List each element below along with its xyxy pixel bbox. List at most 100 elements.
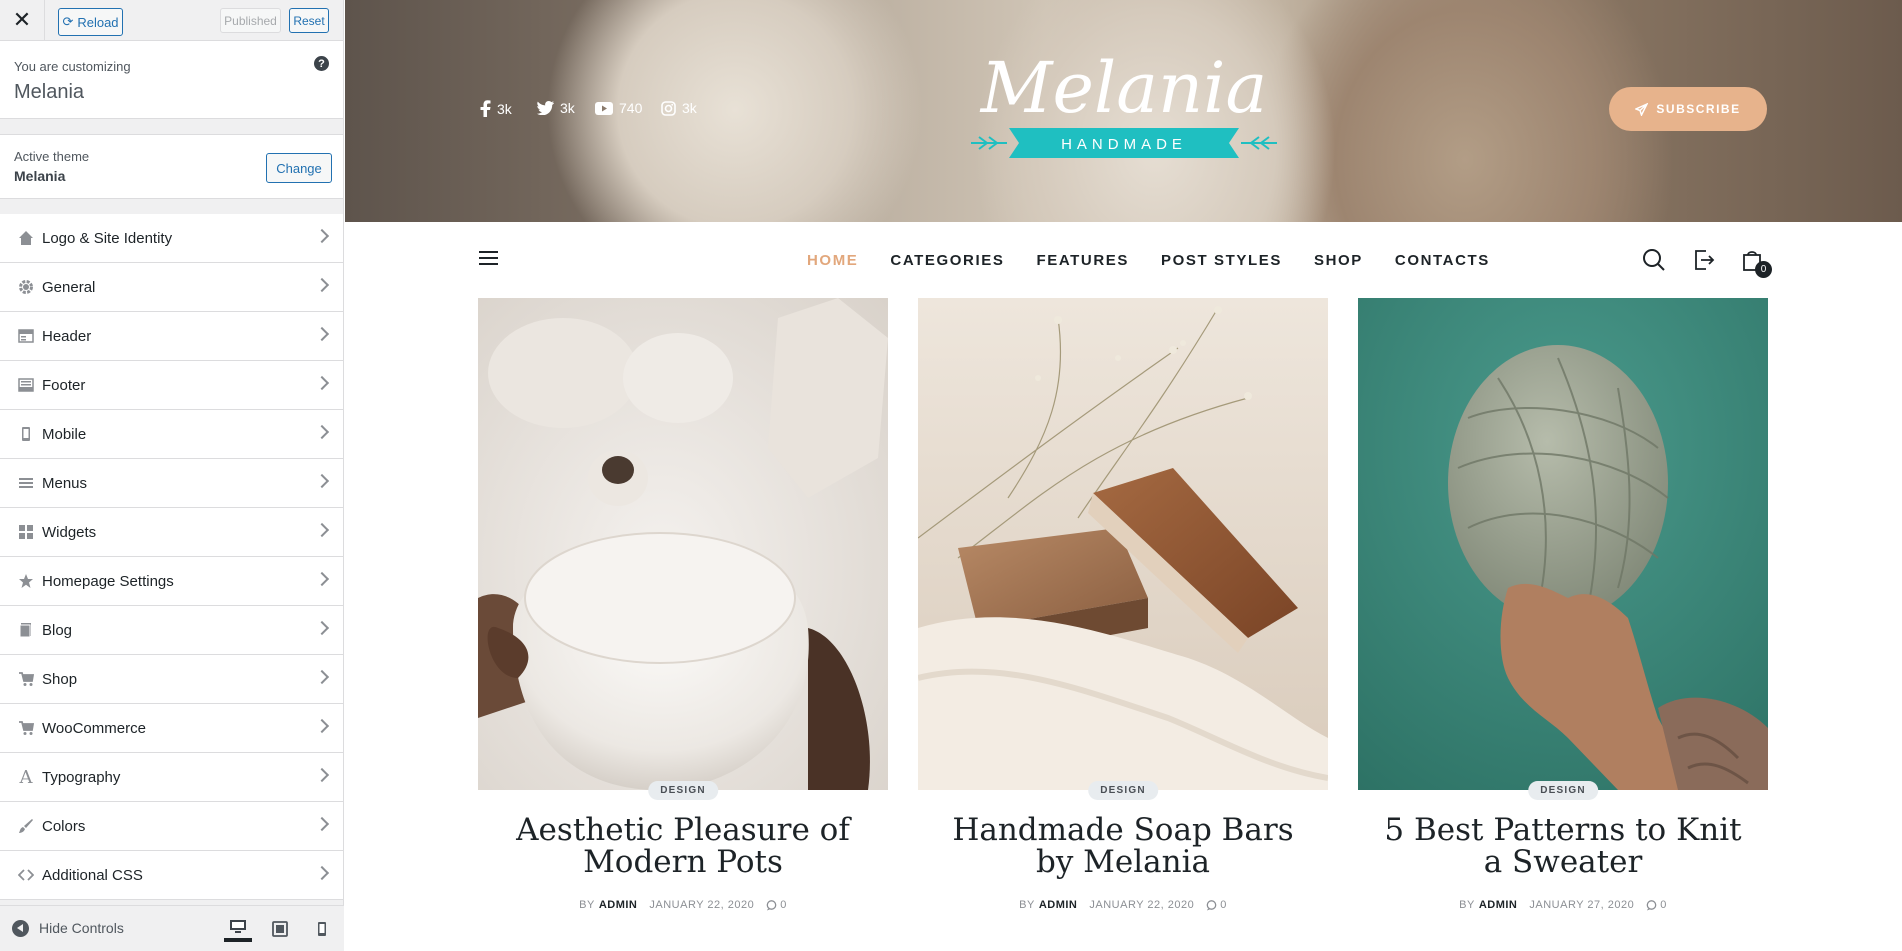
post-card[interactable]: DESIGN 5 Best Patterns to Knit a Sweater… <box>1358 298 1768 951</box>
post-card[interactable]: DESIGN Handmade Soap Bars by Melania BY … <box>918 298 1328 951</box>
gear-icon <box>18 279 34 295</box>
site-logo[interactable]: Melania HANDMADE <box>949 40 1299 165</box>
desktop-preview-button[interactable] <box>224 916 252 942</box>
blog-icon <box>18 622 34 638</box>
tablet-icon <box>272 921 288 937</box>
mobile-icon <box>18 426 34 442</box>
logo-ribbon-text: HANDMADE <box>1061 136 1187 153</box>
panel-label: General <box>42 278 96 296</box>
panel-homepage-settings[interactable]: Homepage Settings <box>0 557 343 606</box>
facebook-count: 3k <box>497 100 512 117</box>
youtube-icon <box>595 101 613 115</box>
category-badge[interactable]: DESIGN <box>1088 781 1158 800</box>
panel-label: Blog <box>42 621 73 639</box>
comment-count: 0 <box>1220 899 1227 911</box>
nav-categories[interactable]: CATEGORIES <box>890 252 1004 269</box>
help-icon[interactable]: ? <box>314 56 329 71</box>
panel-header[interactable]: Header <box>0 312 343 361</box>
post-image-soap[interactable] <box>918 298 1328 790</box>
comment-icon <box>1646 899 1657 910</box>
social-youtube[interactable]: 740 <box>595 100 642 116</box>
panel-typography[interactable]: A Typography <box>0 753 343 802</box>
nav-contacts[interactable]: CONTACTS <box>1395 252 1490 269</box>
post-image-pots[interactable] <box>478 298 888 790</box>
login-icon[interactable] <box>1692 248 1716 272</box>
panel-mobile[interactable]: Mobile <box>0 410 343 459</box>
chevron-right-icon <box>314 718 330 734</box>
by-label: BY <box>1019 899 1035 911</box>
post-title[interactable]: Aesthetic Pleasure of Modern Pots <box>498 814 868 878</box>
post-date[interactable]: JANUARY 22, 2020 <box>649 899 754 911</box>
panel-label: Header <box>42 327 92 345</box>
panel-menus[interactable]: Menus <box>0 459 343 508</box>
header-icon <box>18 328 34 344</box>
star-icon <box>18 573 34 589</box>
chevron-right-icon <box>314 473 330 489</box>
panel-footer[interactable]: Footer <box>0 361 343 410</box>
refresh-icon: ⟳ <box>62 14 74 30</box>
chevron-right-icon <box>314 767 330 783</box>
cart-icon <box>18 720 34 736</box>
post-card[interactable]: DESIGN Aesthetic Pleasure of Modern Pots… <box>478 298 888 951</box>
social-twitter[interactable]: 3k <box>537 100 575 116</box>
nav-post-styles[interactable]: POST STYLES <box>1161 252 1282 269</box>
post-comments[interactable]: 0 <box>766 899 787 911</box>
post-meta: BY ADMIN JANUARY 22, 2020 0 <box>478 899 888 911</box>
hamburger-icon[interactable] <box>479 251 498 265</box>
youtube-count: 740 <box>619 100 643 116</box>
desktop-icon <box>230 920 246 933</box>
brush-icon <box>18 818 34 834</box>
post-date[interactable]: JANUARY 22, 2020 <box>1089 899 1194 911</box>
chevron-right-icon <box>314 326 330 342</box>
comment-icon <box>1206 899 1217 910</box>
post-comments[interactable]: 0 <box>1646 899 1667 911</box>
menu-icon <box>18 475 34 491</box>
nav-features[interactable]: FEATURES <box>1036 252 1129 269</box>
panel-shop[interactable]: Shop <box>0 655 343 704</box>
site-preview: 3k 3k 740 3k Melania HANDMADE SUBSCRIBE … <box>345 0 1902 951</box>
panel-logo-site-identity[interactable]: Logo & Site Identity <box>0 214 343 263</box>
reload-button[interactable]: ⟳ Reload <box>58 8 123 36</box>
subscribe-button[interactable]: SUBSCRIBE <box>1609 87 1767 131</box>
panel-woocommerce[interactable]: WooCommerce <box>0 704 343 753</box>
footer-icon <box>18 377 34 393</box>
chevron-right-icon <box>314 522 330 538</box>
reset-button[interactable]: Reset <box>289 8 329 33</box>
post-author[interactable]: ADMIN <box>1479 899 1518 911</box>
close-customizer-button[interactable]: ✕ <box>0 0 45 41</box>
change-theme-button[interactable]: Change <box>266 153 332 183</box>
post-title[interactable]: 5 Best Patterns to Knit a Sweater <box>1378 814 1748 878</box>
nav-shop[interactable]: SHOP <box>1314 252 1363 269</box>
chevron-right-icon <box>314 424 330 440</box>
post-author[interactable]: ADMIN <box>599 899 638 911</box>
post-author[interactable]: ADMIN <box>1039 899 1078 911</box>
hide-controls-button[interactable]: Hide Controls <box>39 920 124 936</box>
cart-button[interactable]: 0 <box>1740 248 1772 278</box>
panel-label: Widgets <box>42 523 97 541</box>
published-button: Published <box>220 8 281 33</box>
panel-blog[interactable]: Blog <box>0 606 343 655</box>
social-instagram[interactable]: 3k <box>661 100 697 116</box>
post-date[interactable]: JANUARY 27, 2020 <box>1529 899 1634 911</box>
chevron-right-icon <box>314 375 330 391</box>
panel-label: Shop <box>42 670 78 688</box>
logo-script: Melania <box>979 47 1267 129</box>
panel-widgets[interactable]: Widgets <box>0 508 343 557</box>
post-image-yarn[interactable] <box>1358 298 1768 790</box>
category-badge[interactable]: DESIGN <box>648 781 718 800</box>
post-comments[interactable]: 0 <box>1206 899 1227 911</box>
collapse-icon[interactable] <box>12 920 29 937</box>
panel-general[interactable]: General <box>0 263 343 312</box>
category-badge[interactable]: DESIGN <box>1528 781 1598 800</box>
panel-label: Menus <box>42 474 88 492</box>
mobile-preview-button[interactable] <box>308 916 336 942</box>
tablet-preview-button[interactable] <box>266 916 294 942</box>
panel-label: Homepage Settings <box>42 572 174 590</box>
search-icon[interactable] <box>1642 248 1666 272</box>
panel-additional-css[interactable]: Additional CSS <box>0 851 343 900</box>
social-facebook[interactable]: 3k <box>480 100 512 117</box>
nav-home[interactable]: HOME <box>807 252 858 269</box>
panel-colors[interactable]: Colors <box>0 802 343 851</box>
by-label: BY <box>1459 899 1475 911</box>
post-title[interactable]: Handmade Soap Bars by Melania <box>938 814 1308 878</box>
